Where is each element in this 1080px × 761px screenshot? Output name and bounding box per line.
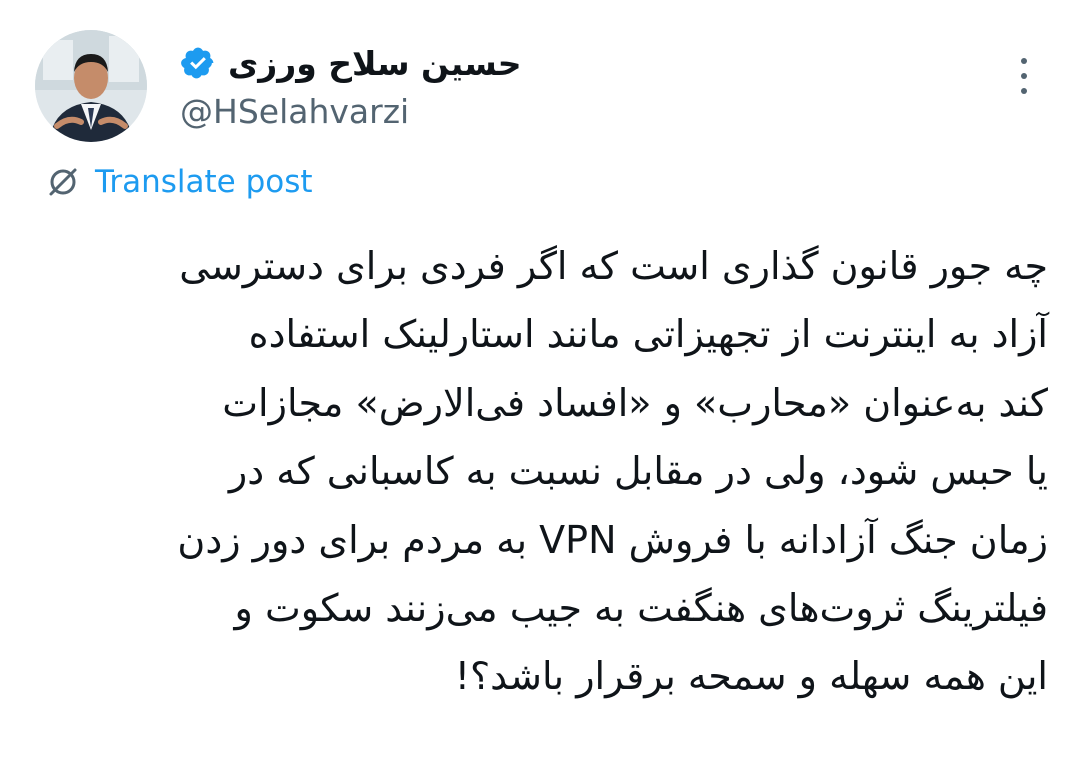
translate-post-label[interactable]: Translate post: [95, 164, 313, 200]
post-text-line: آزاد به اینترنت از تجهیزاتی مانند استارل…: [248, 312, 1048, 357]
translate-post-button[interactable]: Translate post: [45, 160, 313, 204]
avatar-photo: [35, 30, 147, 142]
author-name-row[interactable]: حسین سلاح ورزی: [180, 38, 522, 88]
post-text-line: کند به‌عنوان «محارب» و «افساد فی‌الارض» …: [222, 380, 1048, 425]
post-text-line: چه جور قانون گذاری است که اگر فردی برای …: [179, 244, 1048, 288]
translate-globe-icon: [45, 164, 81, 200]
tweet-card: حسین سلاح ورزی @HSelahvarzi Translate po…: [0, 0, 1080, 761]
post-text-line: زمان جنگ آزادانه با فروش VPN به مردم برا…: [177, 517, 1048, 562]
post-text-line: این همه سهله و سمحه برقرار باشد؟!: [454, 654, 1048, 699]
author-handle[interactable]: @HSelahvarzi: [180, 90, 409, 134]
avatar[interactable]: [35, 30, 147, 142]
post-text-line: یا حبس شود، ولی در مقابل نسبت به کاسبانی…: [228, 449, 1048, 494]
author-display-name[interactable]: حسین سلاح ورزی: [228, 47, 522, 80]
more-vertical-icon[interactable]: [1010, 56, 1038, 96]
verified-badge-icon: [180, 45, 216, 81]
post-text: چه جور قانون گذاری است که اگر فردی برای …: [40, 232, 1048, 711]
post-text-line: فیلترینگ ثروت‌های هنگفت به جیب می‌زنند س…: [234, 585, 1048, 630]
